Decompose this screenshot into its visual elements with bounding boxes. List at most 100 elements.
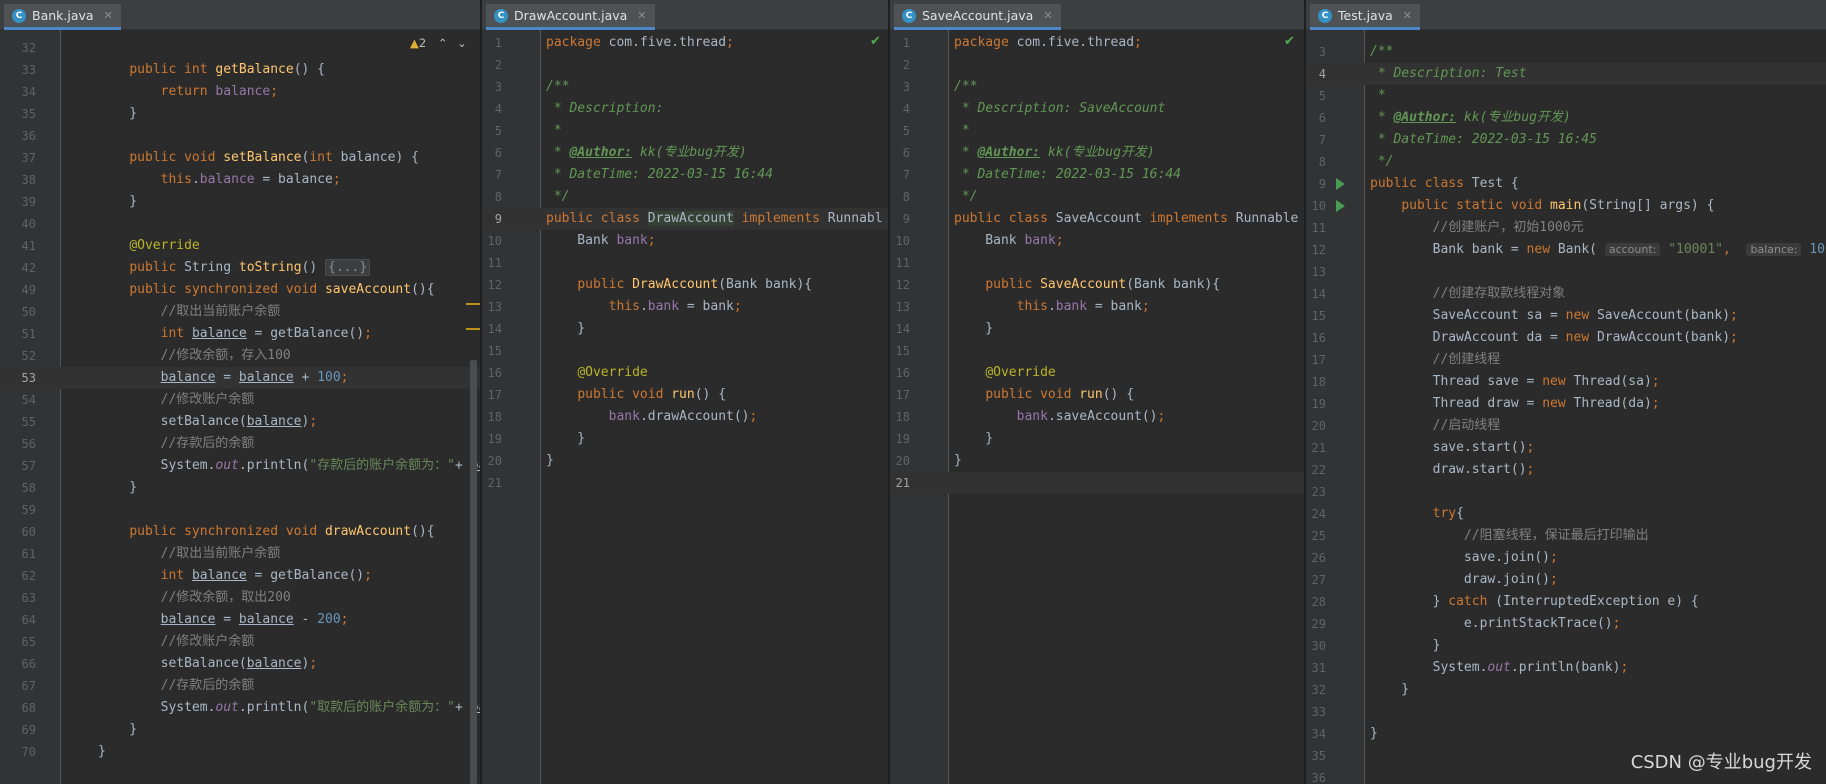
code-line[interactable]: 13 this.bank = bank; xyxy=(482,296,888,318)
tab-bank-java[interactable]: C Bank.java ✕ xyxy=(4,4,121,30)
code-line[interactable]: 5 * xyxy=(482,120,888,142)
code-line[interactable]: 20} xyxy=(482,450,888,472)
code-lines[interactable]: 3/** 4 * Description: Test 5 * 6 * @Author:… xyxy=(1306,41,1826,784)
code-line[interactable]: 3 /** xyxy=(482,76,888,98)
run-icon[interactable] xyxy=(1336,200,1345,212)
code-line[interactable]: 59 xyxy=(0,499,480,521)
code-line[interactable]: 37 public void setBalance(int balance) { xyxy=(0,147,480,169)
code-line[interactable]: 49 public synchronized void saveAccount(… xyxy=(0,279,480,301)
code-line[interactable]: 9 public class DrawAccount implements Run… xyxy=(482,208,888,230)
code-line[interactable]: 40 xyxy=(0,213,480,235)
code-line[interactable]: 34} xyxy=(1306,723,1826,745)
code-line[interactable]: 20} xyxy=(890,450,1304,472)
code-line[interactable]: 63 //修改余额，取出200 xyxy=(0,587,480,609)
code-line[interactable]: 18 Thread save = new Thread(sa); xyxy=(1306,371,1826,393)
code-line[interactable]: 33 xyxy=(1306,701,1826,723)
code-line[interactable]: 3 /** xyxy=(890,76,1304,98)
code-line[interactable]: 20 //启动线程 xyxy=(1306,415,1826,437)
tab-drawaccount-java[interactable]: C DrawAccount.java ✕ xyxy=(486,4,655,30)
code-line[interactable]: 16 @Override xyxy=(890,362,1304,384)
code-line[interactable]: 11 xyxy=(482,252,888,274)
code-line[interactable]: 30 } xyxy=(1306,635,1826,657)
code-line[interactable]: 23 xyxy=(1306,481,1826,503)
code-line[interactable]: 8 */ xyxy=(890,186,1304,208)
code-line[interactable]: 14 } xyxy=(482,318,888,340)
code-line[interactable]: 7 * DateTime: 2022-03-15 16:45 xyxy=(1306,129,1826,151)
code-line[interactable]: 4 * Description: SaveAccount xyxy=(890,98,1304,120)
code-line[interactable]: 18 bank.drawAccount(); xyxy=(482,406,888,428)
code-line[interactable]: 11 //创建账户，初始1000元 xyxy=(1306,217,1826,239)
code-line[interactable]: 26 save.join(); xyxy=(1306,547,1826,569)
code-line[interactable]: 54 //修改账户余额 xyxy=(0,389,480,411)
code-line[interactable]: 6 * @Author: kk(专业bug开发) xyxy=(890,142,1304,164)
close-icon[interactable]: ✕ xyxy=(1043,9,1052,22)
code-line[interactable]: 10 public static void main(String[] args… xyxy=(1306,195,1826,217)
code-line[interactable]: 12 Bank bank = new Bank( account: "10001… xyxy=(1306,239,1826,261)
code-line[interactable]: 39 } xyxy=(0,191,480,213)
code-line[interactable]: 6 * @Author: kk(专业bug开发) xyxy=(1306,107,1826,129)
code-line[interactable]: 1 package com.five.thread; xyxy=(890,32,1304,54)
splitter[interactable] xyxy=(1304,0,1306,784)
code-line[interactable]: 58 } xyxy=(0,477,480,499)
run-icon[interactable] xyxy=(1336,178,1345,190)
code-line[interactable]: 61 //取出当前账户余额 xyxy=(0,543,480,565)
code-line[interactable]: 32 xyxy=(0,37,480,59)
code-line[interactable]: 11 xyxy=(890,252,1304,274)
code-line[interactable]: 15 xyxy=(482,340,888,362)
code-line[interactable]: 64 balance = balance - 200; xyxy=(0,609,480,631)
code-lines[interactable]: 1 package com.five.thread; 2 3 /** 4 * Descri… xyxy=(890,32,1304,494)
code-line[interactable]: 56 //存款后的余额 xyxy=(0,433,480,455)
code-line[interactable]: 5 * xyxy=(1306,85,1826,107)
code-line[interactable]: 10 Bank bank; xyxy=(890,230,1304,252)
code-lines[interactable]: 1 package com.five.thread; 2 3 /** 4 * Descri… xyxy=(482,32,888,494)
code-line[interactable]: 22 draw.start(); xyxy=(1306,459,1826,481)
code-line[interactable]: 19 } xyxy=(482,428,888,450)
code-line[interactable]: 18 bank.saveAccount(); xyxy=(890,406,1304,428)
close-icon[interactable]: ✕ xyxy=(104,9,113,22)
code-line[interactable]: 13 xyxy=(1306,261,1826,283)
code-line[interactable]: 38 this.balance = balance; xyxy=(0,169,480,191)
code-line[interactable]: 3 /** xyxy=(1306,41,1826,63)
code-line[interactable]: 12 public DrawAccount(Bank bank){ xyxy=(482,274,888,296)
code-line[interactable]: 10 Bank bank; xyxy=(482,230,888,252)
code-line[interactable]: 32 } xyxy=(1306,679,1826,701)
code-line[interactable]: 12 public SaveAccount(Bank bank){ xyxy=(890,274,1304,296)
code-line[interactable]: 21 save.start(); xyxy=(1306,437,1826,459)
code-line[interactable]: 65 //修改账户余额 xyxy=(0,631,480,653)
code-lines[interactable]: 32 33 public int getBalance() {34 return … xyxy=(0,37,480,763)
splitter[interactable] xyxy=(888,0,890,784)
code-line[interactable]: 17 public void run() { xyxy=(890,384,1304,406)
code-line[interactable]: 31 System.out.println(bank); xyxy=(1306,657,1826,679)
code-line[interactable]: 6 * @Author: kk(专业bug开发) xyxy=(482,142,888,164)
splitter[interactable] xyxy=(480,0,482,784)
code-line[interactable]: 53 balance = balance + 100; xyxy=(0,367,480,389)
code-line[interactable]: 7 * DateTime: 2022-03-15 16:44 xyxy=(890,164,1304,186)
code-line[interactable]: 15 SaveAccount sa = new SaveAccount(bank… xyxy=(1306,305,1826,327)
code-line[interactable]: 21 xyxy=(890,472,1304,494)
code-line[interactable]: 33 public int getBalance() { xyxy=(0,59,480,81)
code-line[interactable]: 9 public class Test { xyxy=(1306,173,1826,195)
code-line[interactable]: 2 xyxy=(482,54,888,76)
code-line[interactable]: 70} xyxy=(0,741,480,763)
code-line[interactable]: 29 e.printStackTrace(); xyxy=(1306,613,1826,635)
tab-test-java[interactable]: C Test.java ✕ xyxy=(1310,4,1420,30)
code-line[interactable]: 51 int balance = getBalance(); xyxy=(0,323,480,345)
code-line[interactable]: 36 xyxy=(0,125,480,147)
code-line[interactable]: 19 Thread draw = new Thread(da); xyxy=(1306,393,1826,415)
code-line[interactable]: 24 try{ xyxy=(1306,503,1826,525)
code-line[interactable]: 16 DrawAccount da = new DrawAccount(bank… xyxy=(1306,327,1826,349)
code-line[interactable]: 55 setBalance(balance); xyxy=(0,411,480,433)
code-line[interactable]: 2 xyxy=(890,54,1304,76)
code-line[interactable]: 14 //创建存取款线程对象 xyxy=(1306,283,1826,305)
code-line[interactable]: 8 */ xyxy=(1306,151,1826,173)
code-line[interactable]: 52 //修改余额，存入100 xyxy=(0,345,480,367)
code-line[interactable]: 69 } xyxy=(0,719,480,741)
code-line[interactable]: 35 } xyxy=(0,103,480,125)
code-line[interactable]: 16 @Override xyxy=(482,362,888,384)
code-line[interactable]: 66 setBalance(balance); xyxy=(0,653,480,675)
code-line[interactable]: 5 * xyxy=(890,120,1304,142)
code-line[interactable]: 14 } xyxy=(890,318,1304,340)
code-line[interactable]: 62 int balance = getBalance(); xyxy=(0,565,480,587)
code-line[interactable]: 15 xyxy=(890,340,1304,362)
code-line[interactable]: 60 public synchronized void drawAccount(… xyxy=(0,521,480,543)
